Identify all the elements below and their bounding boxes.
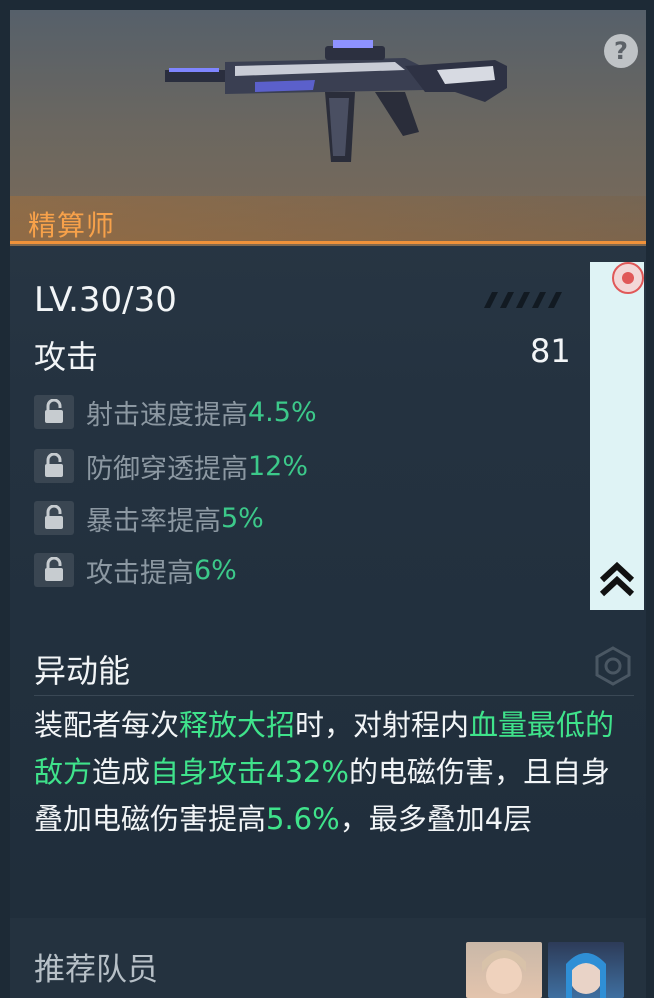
bonus-label: 防御穿透提高 <box>86 453 248 485</box>
attack-label: 攻击 <box>34 338 99 376</box>
rifle-image <box>165 40 507 162</box>
desc-highlight: 自身攻击432% <box>150 755 349 789</box>
upgrade-button[interactable] <box>590 262 644 610</box>
bonus-value: 4.5% <box>248 396 317 428</box>
weapon-level: LV.30/30 <box>34 280 177 320</box>
avatar[interactable] <box>466 942 542 998</box>
bonus-value: 12% <box>248 450 309 482</box>
lock-icon <box>34 501 74 535</box>
recommended-label: 推荐队员 <box>34 952 158 988</box>
desc-text: 时，对射程内 <box>295 708 470 742</box>
lock-icon <box>34 553 74 587</box>
lock-icon <box>34 449 74 483</box>
desc-highlight: 5.6% <box>266 802 340 836</box>
bonus-row-fire-rate: 射击速度提高 4.5% <box>34 392 317 432</box>
avatar[interactable] <box>548 942 624 998</box>
bonus-label: 攻击提高 <box>86 557 194 589</box>
bonus-value: 6% <box>194 554 237 586</box>
skill-title: 异动能 <box>34 652 131 690</box>
weapon-name: 精算师 <box>28 209 116 242</box>
desc-highlight: 释放大招 <box>179 708 296 742</box>
desc-text: 造成 <box>92 755 151 789</box>
desc-text: 装配者每次 <box>34 708 180 742</box>
bonus-row-crit-rate: 暴击率提高 5% <box>34 498 264 538</box>
level-stripes-icon <box>484 292 562 308</box>
divider <box>34 695 634 696</box>
bonus-label: 暴击率提高 <box>86 505 221 537</box>
bonus-label: 射击速度提高 <box>86 399 248 431</box>
bonus-row-attack: 攻击提高 6% <box>34 550 237 590</box>
skill-settings-icon[interactable] <box>592 645 634 687</box>
skill-description: 装配者每次释放大招时，对射程内血量最低的敌方造成自身攻击432%的电磁伤害，且自… <box>34 702 624 843</box>
help-icon[interactable]: ? <box>604 34 638 68</box>
lock-icon <box>34 395 74 429</box>
desc-text: ，最多叠加4层 <box>339 802 533 836</box>
bonus-value: 5% <box>221 502 264 534</box>
double-chevron-up-icon[interactable] <box>598 560 636 600</box>
attack-value: 81 <box>530 332 571 370</box>
notification-dot-icon <box>612 262 644 294</box>
bonus-row-defense-penetration: 防御穿透提高 12% <box>34 446 308 486</box>
